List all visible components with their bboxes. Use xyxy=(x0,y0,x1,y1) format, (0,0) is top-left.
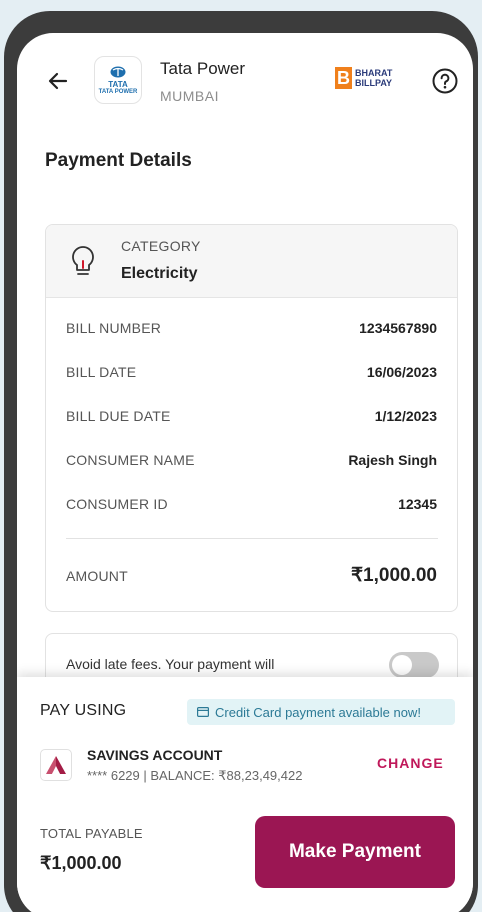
amount-value: ₹1,000.00 xyxy=(350,565,437,586)
bbps-line2: BILLPAY xyxy=(355,78,393,88)
help-icon[interactable] xyxy=(432,68,458,94)
bharat-billpay-logo: B BHARAT BILLPAY xyxy=(335,67,392,89)
biller-name: Tata Power xyxy=(160,59,246,78)
lightbulb-icon xyxy=(70,245,96,279)
axis-bank-logo xyxy=(40,749,72,781)
consumer-name-label: CONSUMER NAME xyxy=(66,452,195,468)
credit-card-badge[interactable]: Credit Card payment available now! xyxy=(187,699,455,725)
bill-details-card: CATEGORY Electricity BILL NUMBER 1234567… xyxy=(45,224,458,612)
total-payable-label: TOTAL PAYABLE xyxy=(40,826,143,841)
bank-icon xyxy=(46,756,66,774)
amount-divider xyxy=(66,538,438,539)
account-name: SAVINGS ACCOUNT xyxy=(87,747,223,763)
biller-logo-subtext: TATA POWER xyxy=(98,88,138,95)
bill-number-label: BILL NUMBER xyxy=(66,320,162,336)
category-header: CATEGORY Electricity xyxy=(46,225,457,298)
bill-date-label: BILL DATE xyxy=(66,364,137,380)
biller-city: MUMBAI xyxy=(160,88,219,104)
bill-due-date-label: BILL DUE DATE xyxy=(66,408,171,424)
change-account-button[interactable]: CHANGE xyxy=(377,755,444,771)
bill-number-value: 1234567890 xyxy=(359,320,437,336)
tata-logo-icon xyxy=(110,66,126,77)
pay-using-label: PAY USING xyxy=(40,702,127,719)
total-payable-value: ₹1,000.00 xyxy=(40,853,122,873)
bill-due-date-value: 1/12/2023 xyxy=(374,408,437,424)
bbps-b-icon: B xyxy=(335,67,352,89)
late-fee-text: Avoid late fees. Your payment will xyxy=(66,656,275,672)
toggle-knob xyxy=(392,655,412,675)
bill-date-value: 16/06/2023 xyxy=(366,364,437,380)
category-label: CATEGORY xyxy=(121,238,201,254)
biller-logo: TATA TATA POWER xyxy=(94,56,142,104)
category-value: Electricity xyxy=(121,265,198,282)
back-arrow-icon[interactable] xyxy=(43,66,73,96)
consumer-id-value: 12345 xyxy=(398,496,437,512)
card-icon xyxy=(197,707,209,717)
biller-logo-text: TATA xyxy=(108,79,128,89)
account-detail: **** 6229 | BALANCE: ₹88,23,49,422 xyxy=(87,768,303,783)
consumer-id-label: CONSUMER ID xyxy=(66,496,168,512)
bbps-line1: BHARAT xyxy=(355,68,393,78)
payment-bottom-sheet: PAY USING Credit Card payment available … xyxy=(17,677,473,912)
consumer-name-value: Rajesh Singh xyxy=(348,452,437,468)
make-payment-button[interactable]: Make Payment xyxy=(255,816,455,888)
amount-label: AMOUNT xyxy=(66,568,128,584)
app-screen: TATA TATA POWER Tata Power MUMBAI B BHAR… xyxy=(17,33,473,912)
credit-card-badge-text: Credit Card payment available now! xyxy=(215,704,421,720)
phone-frame: TATA TATA POWER Tata Power MUMBAI B BHAR… xyxy=(4,11,478,912)
page-title: Payment Details xyxy=(45,150,192,171)
autopay-toggle[interactable] xyxy=(389,652,439,678)
